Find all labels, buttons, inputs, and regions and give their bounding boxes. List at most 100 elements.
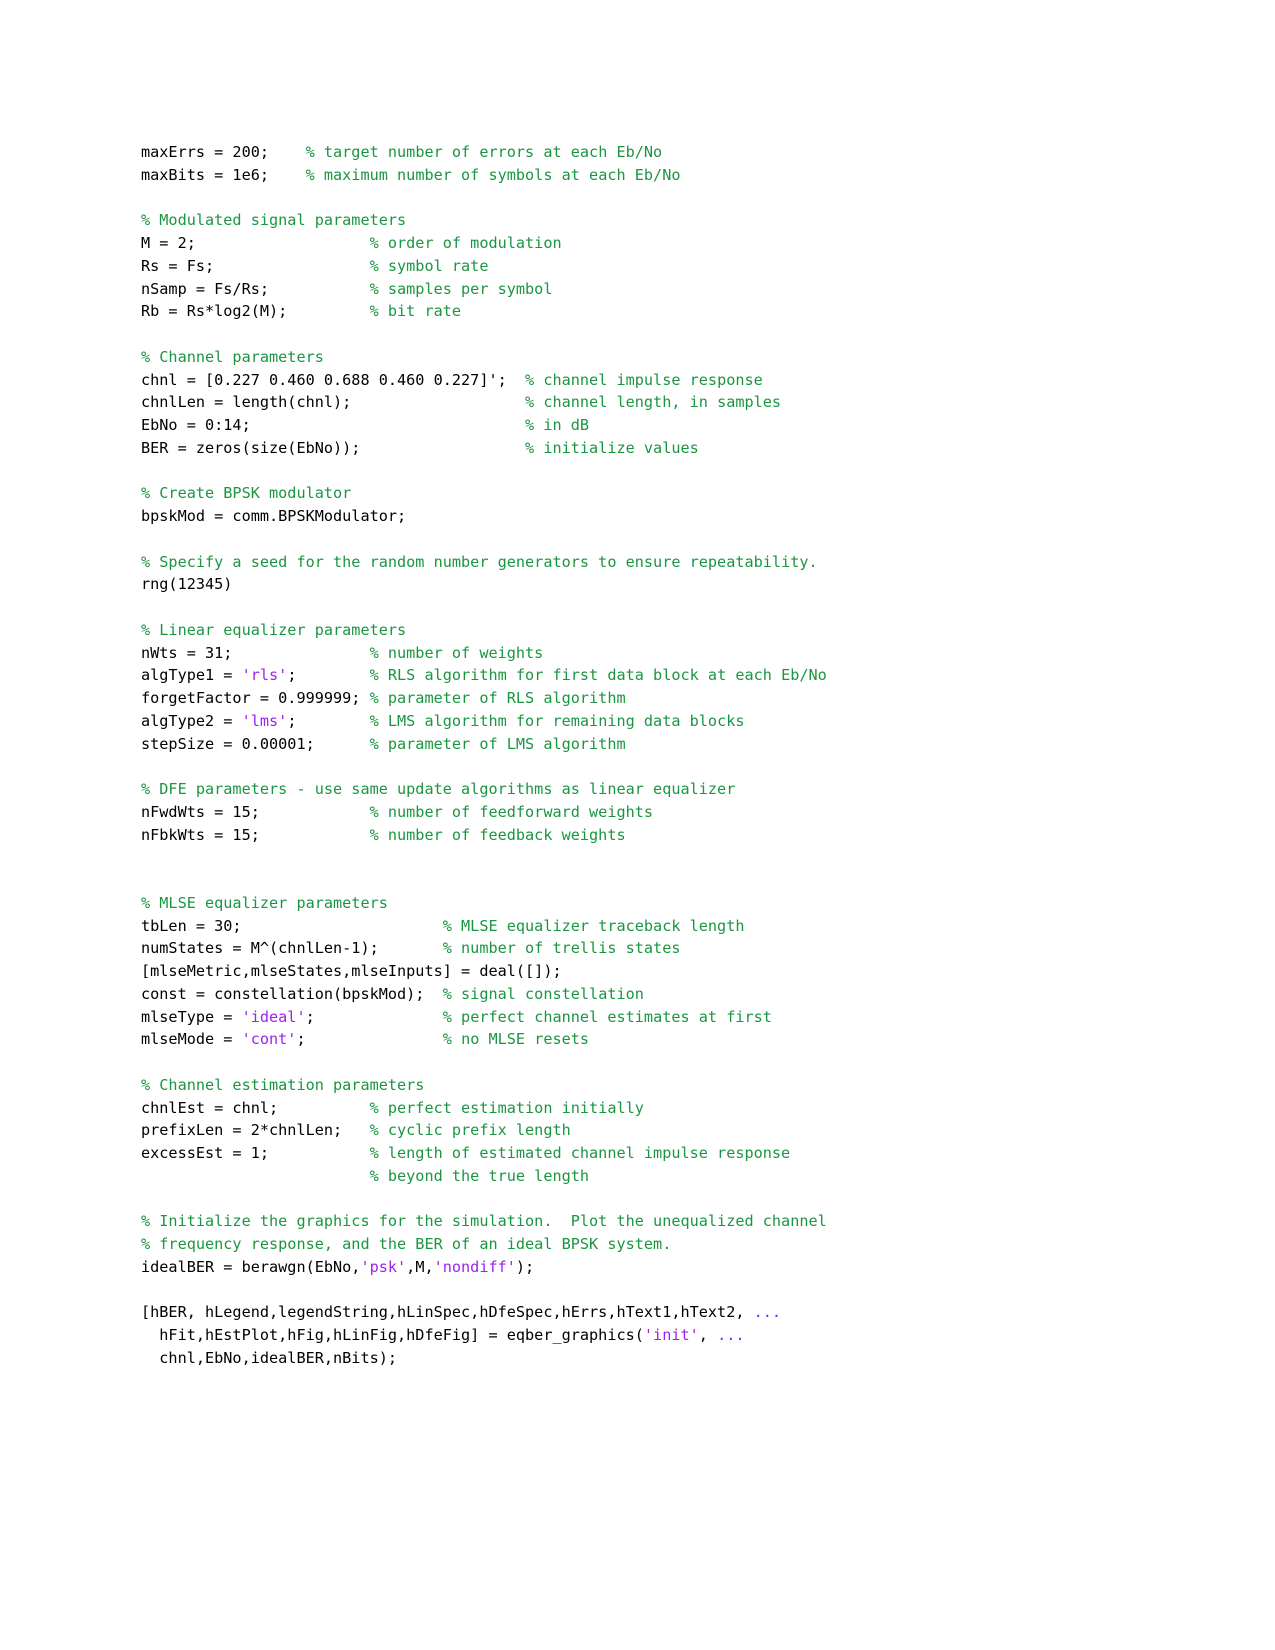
code-token: algType2 = (141, 711, 242, 730)
code-line: algType2 = 'lms'; % LMS algorithm for re… (141, 710, 1275, 733)
code-token: chnlEst = chnl; (141, 1098, 370, 1117)
code-line: bpskMod = comm.BPSKModulator; (141, 505, 1275, 528)
code-line: chnlEst = chnl; % perfect estimation ini… (141, 1097, 1275, 1120)
code-token: hFit,hEstPlot,hFig,hLinFig,hDfeFig] = eq… (141, 1326, 644, 1344)
comment-token: % number of feedforward weights (369, 802, 654, 821)
comment-token: % MLSE equalizer parameters (141, 893, 388, 912)
code-line: maxErrs = 200; % target number of errors… (141, 141, 1275, 164)
comment-token: % initialize values (525, 438, 699, 457)
comment-token: % Channel parameters (141, 347, 324, 366)
comment-token: % Modulated signal parameters (141, 211, 407, 230)
code-token: Rb = Rs*log2(M); (141, 302, 370, 321)
comment-token: % parameter of RLS algorithm (369, 689, 626, 707)
code-token: bpskMod = comm.BPSKModulator; (141, 507, 407, 525)
string-token: 'rls' (241, 666, 288, 685)
code-line: EbNo = 0:14; % in dB (141, 414, 1275, 437)
comment-token: % bit rate (369, 302, 462, 321)
code-token: chnlLen = length(chnl); (141, 393, 526, 412)
comment-token: % number of feedback weights (369, 825, 626, 844)
comment-token: % Create BPSK modulator (141, 484, 352, 503)
comment-token: % order of modulation (369, 234, 562, 252)
code-token: chnl = [0.227 0.460 0.688 0.460 0.227]'; (141, 370, 526, 389)
code-token: mlseMode = (141, 1030, 242, 1049)
code-token: ; (287, 666, 370, 685)
comment-token: % in dB (525, 416, 590, 434)
code-line: nFwdWts = 15; % number of feedforward we… (141, 801, 1275, 824)
comment-token: % LMS algorithm for remaining data block… (369, 711, 745, 730)
code-line: chnl,EbNo,idealBER,nBits); (141, 1347, 1275, 1370)
code-token: const = constellation(bpskMod); (141, 984, 443, 1003)
comment-token: % perfect estimation initially (369, 1098, 644, 1117)
code-line: stepSize = 0.00001; % parameter of LMS a… (141, 733, 1275, 756)
comment-token: % maximum number of symbols at each Eb/N… (305, 165, 681, 184)
comment-token: % number of weights (369, 643, 544, 662)
code-token: tbLen = 30; (141, 916, 443, 935)
code-line: hFit,hEstPlot,hFig,hLinFig,hDfeFig] = eq… (141, 1324, 1275, 1347)
comment-token: % DFE parameters - use same update algor… (141, 780, 736, 798)
code-line: forgetFactor = 0.999999; % parameter of … (141, 687, 1275, 710)
code-line: % MLSE equalizer parameters (141, 892, 1275, 915)
code-token: [hBER, hLegend,legendString,hLinSpec,hDf… (141, 1303, 754, 1322)
comment-token: % parameter of LMS algorithm (369, 734, 626, 753)
comment-token: % MLSE equalizer traceback length (442, 916, 745, 935)
code-line: % frequency response, and the BER of an … (141, 1233, 1275, 1256)
code-token: Rs = Fs; (141, 256, 370, 275)
comment-token: % samples per symbol (369, 279, 553, 298)
code-line: nFbkWts = 15; % number of feedback weigh… (141, 824, 1275, 847)
code-line: tbLen = 30; % MLSE equalizer traceback l… (141, 915, 1275, 938)
comment-token: % channel impulse response (525, 370, 763, 389)
comment-token: % RLS algorithm for first data block at … (369, 666, 827, 685)
code-token: ,M, (406, 1257, 434, 1276)
code-line: % Channel estimation parameters (141, 1074, 1275, 1097)
code-token: EbNo = 0:14; (141, 416, 526, 434)
code-token: maxBits = 1e6; (141, 165, 306, 184)
comment-token: % length of estimated channel impulse re… (369, 1144, 791, 1162)
code-token: nFwdWts = 15; (141, 802, 370, 821)
comment-token: % no MLSE resets (442, 1030, 590, 1049)
code-line: % Initialize the graphics for the simula… (141, 1210, 1275, 1233)
code-token: , (698, 1326, 718, 1344)
code-listing: maxErrs = 200; % target number of errors… (141, 141, 1275, 1370)
comment-token: % signal constellation (442, 984, 644, 1003)
comment-token: % number of trellis states (442, 939, 681, 958)
code-token: ; (305, 1007, 443, 1026)
continuation-token: ... (717, 1326, 745, 1344)
continuation-token: ... (753, 1303, 782, 1322)
string-token: 'lms' (241, 711, 288, 730)
code-line: idealBER = berawgn(EbNo,'psk',M,'nondiff… (141, 1256, 1275, 1279)
code-token: [mlseMetric,mlseStates,mlseInputs] = dea… (141, 962, 562, 980)
code-token: maxErrs = 200; (141, 143, 306, 161)
code-line: maxBits = 1e6; % maximum number of symbo… (141, 164, 1275, 187)
comment-token: % symbol rate (369, 256, 489, 275)
code-line: % Specify a seed for the random number g… (141, 551, 1275, 574)
code-token: stepSize = 0.00001; (141, 734, 370, 753)
code-line: % Linear equalizer parameters (141, 619, 1275, 642)
code-token: excessEst = 1; (141, 1144, 370, 1162)
code-token: prefixLen = 2*chnlLen; (141, 1121, 370, 1140)
code-token: chnl,EbNo,idealBER,nBits); (141, 1348, 398, 1367)
code-line: % DFE parameters - use same update algor… (141, 778, 1275, 801)
code-line: numStates = M^(chnlLen-1); % number of t… (141, 937, 1275, 960)
string-token: 'nondiff' (433, 1257, 516, 1276)
code-line: % Channel parameters (141, 346, 1275, 369)
code-token: M = 2; (141, 234, 370, 252)
string-token: 'ideal' (241, 1007, 306, 1026)
comment-token: % Specify a seed for the random number g… (141, 552, 818, 571)
code-token: algType1 = (141, 666, 242, 685)
code-line: [hBER, hLegend,legendString,hLinSpec,hDf… (141, 1301, 1275, 1324)
comment-token: % perfect channel estimates at first (442, 1007, 772, 1026)
comment-token: % Channel estimation parameters (141, 1075, 425, 1094)
string-token: 'psk' (360, 1257, 407, 1276)
code-line: excessEst = 1; % length of estimated cha… (141, 1142, 1275, 1165)
comment-token: % frequency response, and the BER of an … (141, 1235, 672, 1253)
comment-token: % Linear equalizer parameters (141, 620, 407, 639)
comment-token: % Initialize the graphics for the simula… (141, 1212, 827, 1231)
code-line: M = 2; % order of modulation (141, 232, 1275, 255)
comment-token: % beyond the true length (369, 1166, 590, 1185)
